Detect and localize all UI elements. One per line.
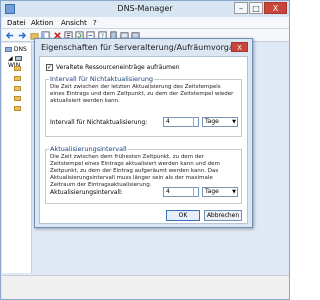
dialog-close-button[interactable]: X [231,42,248,52]
back-arrow-icon[interactable] [6,31,15,40]
tree-folder-5[interactable] [14,105,21,112]
scavenge-checkbox[interactable]: ✓ [46,64,53,71]
aging-scavenging-dialog: Eigenschaften für Serveralterung/Aufräum… [34,38,253,228]
menu-aktion[interactable]: Aktion [31,19,53,27]
tree-item-dns-label: DNS [13,46,27,53]
cancel-button[interactable]: Abbrechen [204,210,242,221]
refresh-unit: Tage [205,188,219,195]
dialog-title: Eigenschaften für Serveralterung/Aufräum… [41,43,244,52]
no-refresh-description: Die Zeit zwischen der letzten Aktualisie… [50,84,234,104]
dialog-body: ✓ Veraltete Ressourceneinträge aufräumen… [39,56,248,224]
forward-arrow-icon[interactable] [17,31,26,40]
tree-folder-3[interactable] [14,85,21,92]
expand-icon[interactable]: ◢ [8,55,13,62]
status-bar [2,275,289,299]
no-refresh-field-label: Intervall für Nichtaktualisierung: [50,119,148,126]
folder-icon [14,76,21,81]
refresh-value-input[interactable]: 4 [163,187,199,197]
maximize-button[interactable]: □ [249,2,263,14]
title-bar: DNS-Manager – □ X [1,1,289,17]
tree-folder-1[interactable] [14,65,21,72]
folder-icon [14,96,21,101]
folder-icon [14,66,21,71]
scavenge-checkbox-label[interactable]: Veraltete Ressourceneinträge aufräumen [56,64,180,71]
menu-ansicht[interactable]: Ansicht [61,19,87,27]
no-refresh-value-input[interactable]: 4 [163,117,199,127]
no-refresh-value: 4 [166,118,170,125]
refresh-legend: Aktualisierungsintervall [49,145,128,153]
menu-help[interactable]: ? [93,19,97,27]
no-refresh-unit-select[interactable]: Tage ▼ [202,117,238,127]
refresh-description: Die Zeit zwischen dem frühesten Zeitpunk… [50,154,220,188]
server-icon-tree [14,56,22,61]
refresh-unit-select[interactable]: Tage ▼ [202,187,238,197]
no-refresh-legend: Intervall für Nichtaktualisierung [49,75,155,83]
tree-folder-4[interactable] [14,95,21,102]
dns-icon [5,47,12,52]
close-window-button[interactable]: X [264,2,287,14]
tree-item-dns[interactable]: DNS [5,46,27,53]
folder-icon [14,106,21,111]
menu-datei[interactable]: Datei [7,19,26,27]
folder-icon [14,86,21,91]
refresh-field-label: Aktualisierungsintervall: [50,189,123,196]
refresh-value: 4 [166,188,170,195]
chevron-down-icon: ▼ [232,189,236,195]
console-tree: DNS ◢ WIN [2,43,32,273]
ok-button[interactable]: OK [166,210,200,221]
spin-buttons[interactable] [193,187,198,197]
menu-bar: Datei Aktion Ansicht ? [2,17,289,29]
tree-folder-2[interactable] [14,75,21,82]
chevron-down-icon: ▼ [232,119,236,125]
spin-buttons[interactable] [193,117,198,127]
no-refresh-unit: Tage [205,118,219,125]
minimize-button[interactable]: – [234,2,248,14]
